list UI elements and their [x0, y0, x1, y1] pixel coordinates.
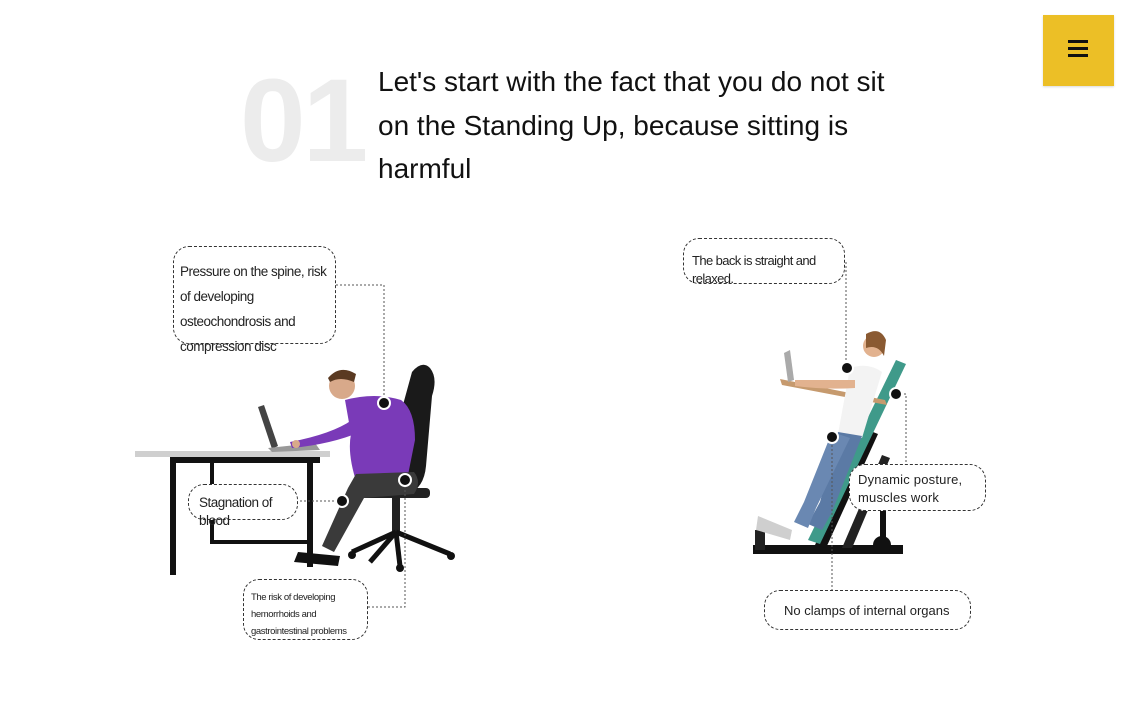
blood-marker-dot: [335, 494, 349, 508]
callout-spine-pressure: Pressure on the spine, risk of developin…: [173, 246, 336, 354]
back-marker-dot: [840, 361, 854, 375]
standing-illustration: [753, 262, 907, 592]
callout-hemorrhoids-risk: The risk of developing hemorrhoids and g…: [243, 579, 368, 640]
callout-no-organ-clamps-text: No clamps of internal organs: [784, 603, 950, 618]
posture-marker-dot: [889, 387, 903, 401]
callout-dynamic-posture: Dynamic posture, muscles work: [849, 464, 986, 511]
callout-back-straight: The back is straight and relaxed.: [683, 238, 845, 286]
callout-dynamic-posture-text: Dynamic posture, muscles work: [858, 472, 963, 505]
callout-spine-pressure-text: Pressure on the spine, risk of developin…: [180, 264, 327, 354]
spine-marker-dot: [377, 396, 391, 410]
callout-no-organ-clamps: No clamps of internal organs: [764, 590, 971, 630]
callout-blood-stagnation: Stagnation of blood: [188, 484, 298, 528]
callout-blood-stagnation-text: Stagnation of blood: [199, 495, 273, 528]
callout-hemorrhoids-risk-text: The risk of developing hemorrhoids and g…: [251, 592, 347, 637]
organs-marker-dot: [825, 430, 839, 444]
callout-back-straight-text: The back is straight and relaxed.: [692, 253, 816, 286]
hemorrhoids-marker-dot: [398, 473, 412, 487]
